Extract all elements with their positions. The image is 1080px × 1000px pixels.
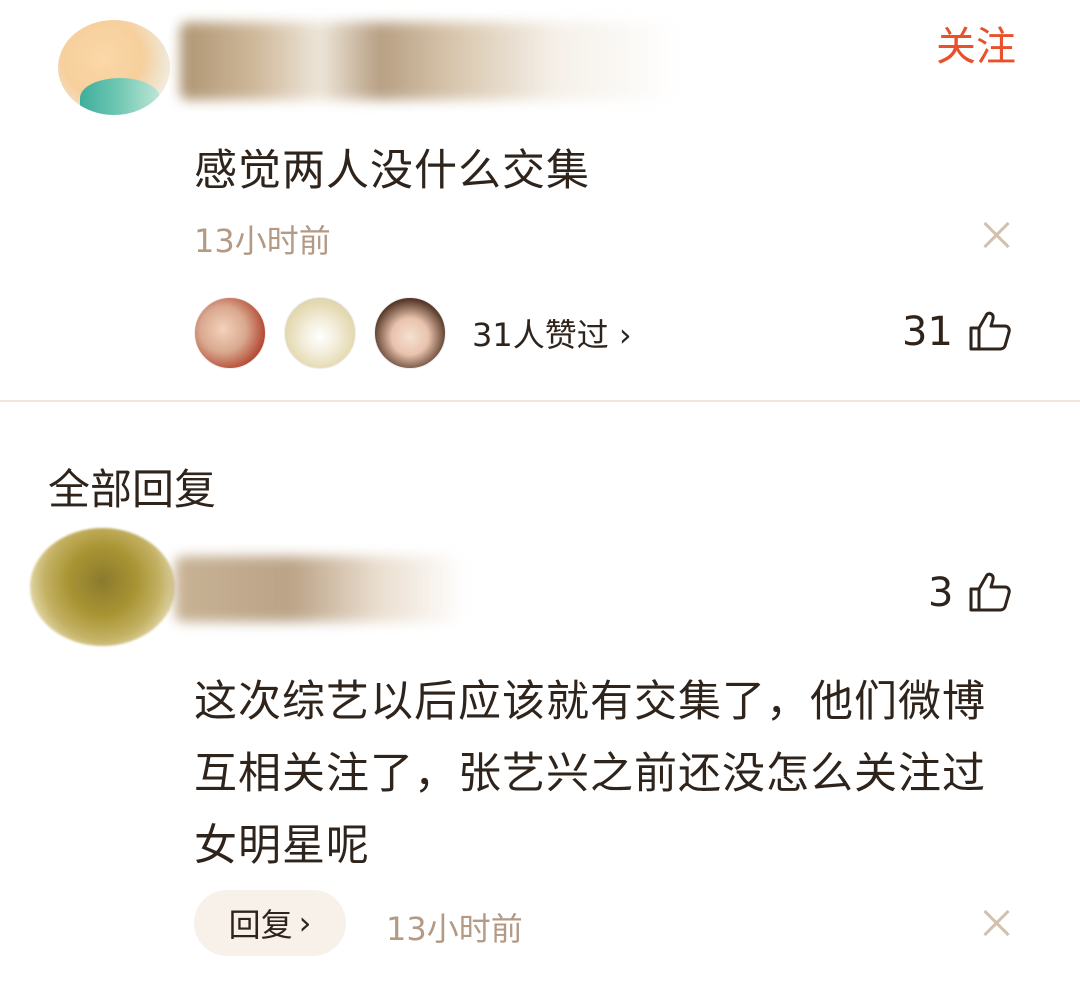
reply-author-name-blurred[interactable] bbox=[175, 556, 465, 622]
reply-like-count: 3 bbox=[928, 570, 954, 616]
reply-author-avatar[interactable] bbox=[30, 528, 175, 646]
liker-avatar[interactable] bbox=[374, 297, 446, 369]
reply-timestamp: 13小时前 bbox=[386, 910, 523, 948]
liker-avatar[interactable] bbox=[194, 297, 266, 369]
likers-summary-link[interactable]: 31人赞过 › bbox=[472, 310, 632, 356]
section-divider bbox=[0, 400, 1080, 402]
commenter-avatar[interactable] bbox=[58, 20, 170, 115]
close-icon[interactable] bbox=[980, 906, 1014, 940]
thumbs-up-icon[interactable] bbox=[968, 570, 1012, 614]
comment-text: 感觉两人没什么交集 bbox=[194, 146, 590, 196]
comment-timestamp: 13小时前 bbox=[194, 222, 331, 260]
like-count: 31 bbox=[902, 309, 953, 355]
thumbs-up-icon[interactable] bbox=[968, 309, 1012, 353]
chevron-right-icon: › bbox=[298, 904, 312, 942]
follow-button[interactable]: 关注 bbox=[936, 14, 1016, 72]
close-icon[interactable] bbox=[980, 218, 1014, 252]
reply-text: 这次综艺以后应该就有交集了，他们微博互相关注了，张艺兴之前还没怎么关注过女明星呢 bbox=[194, 677, 986, 871]
liker-avatar[interactable] bbox=[284, 297, 356, 369]
reply-button-label: 回复 bbox=[228, 906, 293, 944]
section-title: 全部回复 bbox=[48, 465, 217, 514]
reply-button[interactable]: 回复 › bbox=[194, 890, 346, 956]
commenter-name-blurred[interactable] bbox=[180, 22, 680, 100]
